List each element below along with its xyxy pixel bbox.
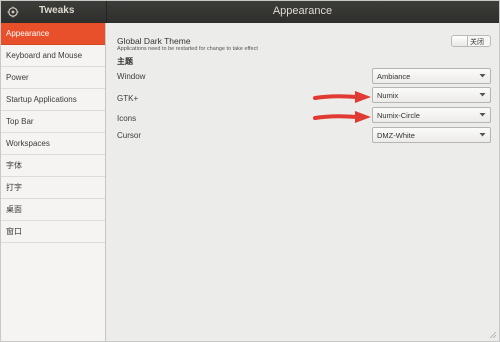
icons-theme-dropdown[interactable]: Numix-Circle — [372, 107, 491, 123]
main-panel: Global Dark Theme Applications need to b… — [107, 23, 499, 341]
sidebar-item-label: Appearance — [6, 29, 50, 38]
sidebar-item-label: Power — [6, 73, 29, 82]
annotation-arrow-icon — [313, 91, 371, 103]
app-title: Tweaks — [39, 5, 75, 16]
sidebar-item-label: 字体 — [6, 161, 22, 170]
icons-theme-label: Icons — [117, 114, 137, 123]
theme-section-heading: 主题 — [117, 57, 133, 66]
sidebar-item-label: 打字 — [6, 183, 22, 192]
cursor-theme-dropdown[interactable]: DMZ-White — [372, 127, 491, 143]
gtk-theme-dropdown[interactable]: Numix — [372, 87, 491, 103]
window-theme-dropdown[interactable]: Ambiance — [372, 68, 491, 84]
dark-theme-subtitle: Applications need to be restarted for ch… — [117, 46, 258, 52]
sidebar-item-label: Workspaces — [6, 139, 50, 148]
resize-grip-icon[interactable] — [489, 331, 497, 339]
dropdown-value: Numix — [377, 91, 399, 100]
window-theme-label: Window — [117, 72, 146, 81]
sidebar-item-desktop[interactable]: 桌面 — [1, 199, 105, 221]
chevron-down-icon — [479, 113, 486, 117]
dropdown-value: DMZ-White — [377, 131, 415, 140]
sidebar-item-appearance[interactable]: Appearance — [1, 23, 105, 45]
sidebar-item-workspaces[interactable]: Workspaces — [1, 133, 105, 155]
gtk-theme-label: GTK+ — [117, 94, 139, 103]
sidebar-item-power[interactable]: Power — [1, 67, 105, 89]
toggle-state-label: 关闭 — [470, 39, 484, 46]
chevron-down-icon — [479, 74, 486, 78]
dark-theme-title: Global Dark Theme — [117, 36, 191, 46]
sidebar-item-top-bar[interactable]: Top Bar — [1, 111, 105, 133]
sidebar-item-label: Startup Applications — [6, 95, 77, 104]
toggle-knob — [452, 36, 468, 46]
tweaks-window: Tweaks Appearance Appearance Keyboard an… — [0, 0, 500, 342]
sidebar-item-keyboard-and-mouse[interactable]: Keyboard and Mouse — [1, 45, 105, 67]
sidebar-item-label: 窗口 — [6, 227, 22, 236]
sidebar-item-typing[interactable]: 打字 — [1, 177, 105, 199]
sidebar-item-startup-applications[interactable]: Startup Applications — [1, 89, 105, 111]
dark-theme-toggle[interactable]: 关闭 — [451, 35, 491, 47]
page-title: Appearance — [272, 5, 333, 17]
chevron-down-icon — [479, 93, 486, 97]
sidebar: Appearance Keyboard and Mouse Power Star… — [1, 23, 106, 341]
sidebar-item-label: Keyboard and Mouse — [6, 51, 83, 60]
chevron-down-icon — [479, 133, 486, 137]
dropdown-value: Ambiance — [377, 72, 411, 81]
sidebar-item-label: Top Bar — [6, 117, 34, 126]
sidebar-item-windows[interactable]: 窗口 — [1, 221, 105, 243]
sidebar-item-label: 桌面 — [6, 205, 22, 214]
title-bar: Tweaks Appearance — [1, 1, 499, 23]
sidebar-item-fonts[interactable]: 字体 — [1, 155, 105, 177]
cursor-theme-label: Cursor — [117, 131, 142, 140]
tweaks-icon[interactable] — [7, 6, 19, 18]
annotation-arrow-icon — [313, 111, 371, 123]
dropdown-value: Numix-Circle — [377, 111, 420, 120]
